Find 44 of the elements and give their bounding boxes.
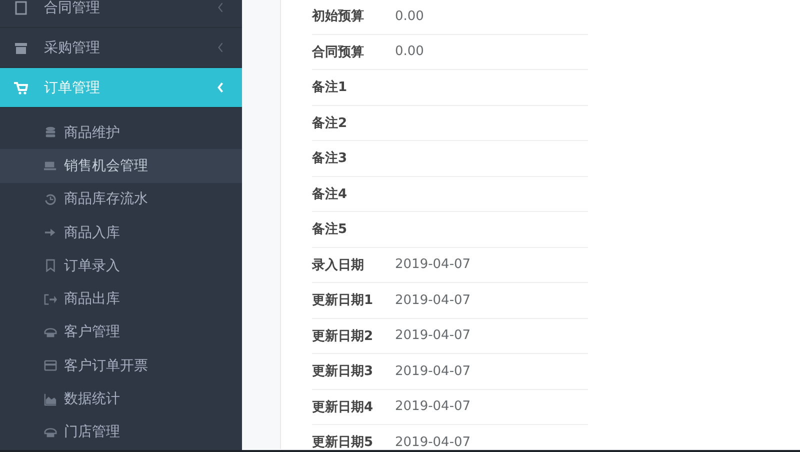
field-label: 备注1 bbox=[312, 78, 348, 96]
field-value: 2019-04-07 bbox=[395, 328, 471, 344]
field-value: 2019-04-07 bbox=[395, 364, 471, 379]
field-label: 备注5 bbox=[312, 220, 348, 238]
sidebar-submenu-item[interactable]: 商品维护 bbox=[0, 116, 242, 150]
field-label: 更新日期4 bbox=[312, 398, 374, 416]
field-label: 录入日期 bbox=[312, 256, 365, 274]
sidebar-submenu-item[interactable]: 商品库存流水 bbox=[0, 182, 242, 216]
field-label: 备注2 bbox=[312, 114, 348, 132]
field-value: 0.00 bbox=[395, 8, 424, 24]
field-label: 更新日期5 bbox=[312, 434, 374, 450]
field-label: 初始预算 bbox=[312, 8, 365, 26]
sidebar-submenu-item[interactable]: 客户订单开票 bbox=[0, 349, 242, 382]
sidebar-submenu-item[interactable]: 订单录入 bbox=[0, 249, 242, 282]
bookmark-icon bbox=[44, 259, 57, 272]
field-value: 2019-04-07 bbox=[395, 292, 471, 308]
field-value: 0.00 bbox=[395, 44, 424, 60]
field-label: 更新日期1 bbox=[312, 292, 374, 310]
field-label: 备注4 bbox=[312, 186, 348, 203]
chevron-left-icon bbox=[217, 42, 224, 53]
sidebar-submenu-item[interactable]: 销售机会管理 bbox=[0, 149, 242, 183]
field-label: 更新日期3 bbox=[312, 362, 374, 380]
chevron-left-icon bbox=[217, 2, 224, 13]
sign-out-icon bbox=[44, 292, 57, 306]
database-icon bbox=[44, 126, 57, 140]
sidebar-submenu-item[interactable]: 数据统计 bbox=[0, 382, 242, 416]
document-icon bbox=[14, 0, 28, 14]
sidebar-submenu-item[interactable]: 客户管理 bbox=[0, 316, 242, 350]
field-value: 2019-04-07 bbox=[395, 434, 471, 450]
credit-card-icon bbox=[44, 359, 57, 372]
sidebar-menu-item[interactable]: 合同管理 bbox=[0, 0, 242, 28]
area-chart-icon bbox=[44, 392, 57, 406]
history-icon bbox=[44, 192, 57, 206]
field-label: 合同预算 bbox=[312, 44, 365, 61]
chevron-left-icon bbox=[217, 82, 224, 93]
field-label: 备注3 bbox=[312, 150, 348, 168]
sidebar-submenu-item[interactable]: 商品入库 bbox=[0, 216, 242, 250]
cart-icon bbox=[14, 80, 28, 94]
archive-icon bbox=[14, 40, 28, 54]
field-value: 2019-04-07 bbox=[395, 399, 471, 414]
sidebar-submenu-item[interactable]: 门店管理 bbox=[0, 416, 242, 449]
sidebar-submenu-item[interactable]: 商品出库 bbox=[0, 282, 242, 316]
field-label: 更新日期2 bbox=[312, 328, 374, 345]
field-value: 2019-04-07 bbox=[395, 257, 471, 272]
